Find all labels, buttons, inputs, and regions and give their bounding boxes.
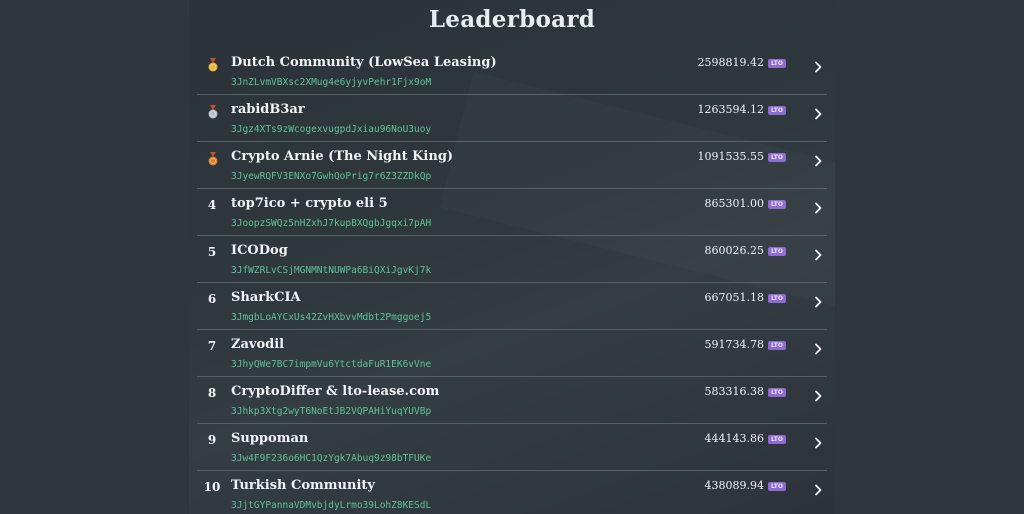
- leaser-name: Turkish Community: [231, 478, 375, 493]
- chevron-right-icon[interactable]: [813, 152, 823, 167]
- chevron-right-icon[interactable]: [813, 340, 823, 355]
- wallet-address: 3Jgz4XTs9zWcogexvugpdJxiau96NoU3uoy: [231, 124, 432, 135]
- lease-amount: 667051.18 LTO: [704, 289, 786, 307]
- leaderboard-row[interactable]: 4 top7ico + crypto eli 5 3JoopzSWQz5nHZxhJ…: [197, 189, 827, 236]
- leaderboard-row[interactable]: 6 SharkCIA 3JmgbLoAYCxUs42ZvHXbvvMdbt2Pmgg…: [197, 283, 827, 330]
- leaderboard-row[interactable]: Crypto Arnie (The Night King) 3JyewRQFV3E…: [197, 142, 827, 189]
- token-badge: LTO: [767, 199, 786, 209]
- token-badge: LTO: [767, 434, 786, 444]
- amount-value: 865301.00: [704, 197, 764, 210]
- leaser-name: SharkCIA: [231, 290, 301, 305]
- amount-value: 2598819.42: [697, 56, 764, 69]
- chevron-right-icon[interactable]: [813, 246, 823, 261]
- token-badge: LTO: [767, 246, 786, 256]
- amount-value: 1091535.55: [697, 150, 764, 163]
- token-badge: LTO: [767, 387, 786, 397]
- lease-amount: 860026.25 LTO: [704, 242, 786, 260]
- leaser-name: Zavodil: [231, 337, 285, 352]
- amount-value: 860026.25: [704, 244, 764, 257]
- lease-amount: 438089.94 LTO: [704, 477, 786, 495]
- token-badge: LTO: [767, 152, 786, 162]
- wallet-address: 3JjtGYPannaVDMvbjdyLrmo39LohZ8KESdL: [231, 500, 432, 511]
- wallet-address: 3JmgbLoAYCxUs42ZvHXbvvMdbt2Pmggoej5: [231, 312, 432, 323]
- amount-value: 591734.78: [704, 338, 764, 351]
- bronze-medal-icon: [207, 151, 219, 166]
- amount-value: 583316.38: [704, 385, 764, 398]
- lease-amount: 583316.38 LTO: [704, 383, 786, 401]
- leaderboard-row[interactable]: 7 Zavodil 3JhyQWe7BC7impmVu6YtctdaFuR1EK6v…: [197, 330, 827, 377]
- chevron-right-icon[interactable]: [813, 105, 823, 120]
- leaderboard-row[interactable]: 9 Suppoman 3Jw4F9F236o6HC1QzYgk7Abuq9z98bT…: [197, 424, 827, 471]
- lease-amount: 1091535.55 LTO: [697, 148, 786, 166]
- wallet-address: 3JfWZRLvCSjMGNMNtNUWPa6BiQXiJgvKj7k: [231, 265, 432, 276]
- silver-medal-icon: [207, 104, 219, 119]
- page-title: Leaderboard: [428, 6, 596, 33]
- wallet-address: 3JyewRQFV3ENXo7GwhQoPrig7r6Z3ZZDkQp: [231, 171, 432, 182]
- rank-number: 6: [207, 292, 217, 306]
- leaser-name: Dutch Community (LowSea Leasing): [231, 55, 497, 70]
- leaser-name: ICODog: [231, 243, 288, 258]
- leaser-name: Suppoman: [231, 431, 309, 446]
- lease-amount: 591734.78 LTO: [704, 336, 786, 354]
- leaderboard-row[interactable]: rabidB3ar 3Jgz4XTs9zWcogexvugpdJxiau96NoU…: [197, 95, 827, 142]
- lease-amount: 2598819.42 LTO: [697, 54, 786, 72]
- amount-value: 1263594.12: [697, 103, 764, 116]
- chevron-right-icon[interactable]: [813, 199, 823, 214]
- wallet-address: 3Jw4F9F236o6HC1QzYgk7Abuq9z98bTFUKe: [231, 453, 432, 464]
- amount-value: 438089.94: [704, 479, 764, 492]
- wallet-address: 3Jhkp3Xtg2wyT6NoEtJB2VQPAHiYuqYUVBp: [231, 406, 432, 417]
- rank-number: 10: [203, 480, 221, 494]
- amount-value: 444143.86: [704, 432, 764, 445]
- rank-number: 8: [207, 386, 217, 400]
- leaser-name: CryptoDiffer & lto-lease.com: [231, 384, 440, 399]
- leaderboard-row[interactable]: 5 ICODog 3JfWZRLvCSjMGNMNtNUWPa6BiQXiJgvKj…: [197, 236, 827, 283]
- chevron-right-icon[interactable]: [813, 481, 823, 496]
- wallet-address: 3JnZLvmVBXsc2XMug4e6yjyvPehr1Fjx9oM: [231, 77, 432, 88]
- token-badge: LTO: [767, 481, 786, 491]
- rank-number: 7: [207, 339, 217, 353]
- leaser-name: rabidB3ar: [231, 102, 305, 117]
- gold-medal-icon: [207, 57, 219, 72]
- leaderboard-panel: Leaderboard Dutch Community (LowSea Leas…: [189, 0, 835, 514]
- page-background: Leaderboard Dutch Community (LowSea Leas…: [0, 0, 1024, 514]
- token-badge: LTO: [767, 58, 786, 68]
- leaderboard-list: Dutch Community (LowSea Leasing) 3JnZLvmV…: [197, 48, 827, 514]
- token-badge: LTO: [767, 105, 786, 115]
- chevron-right-icon[interactable]: [813, 58, 823, 73]
- rank-number: 4: [207, 198, 217, 212]
- wallet-address: 3JhyQWe7BC7impmVu6YtctdaFuR1EK6vVne: [231, 359, 432, 370]
- lease-amount: 444143.86 LTO: [704, 430, 786, 448]
- leaderboard-row[interactable]: 8 CryptoDiffer & lto-lease.com 3Jhkp3Xtg2w…: [197, 377, 827, 424]
- leaser-name: top7ico + crypto eli 5: [231, 196, 388, 211]
- lease-amount: 1263594.12 LTO: [697, 101, 786, 119]
- wallet-address: 3JoopzSWQz5nHZxhJ7kupBXQgbJgqxi7pAH: [231, 218, 432, 229]
- leaderboard-row[interactable]: 10 Turkish Community 3JjtGYPannaVDMvbjdyLr…: [197, 471, 827, 514]
- token-badge: LTO: [767, 340, 786, 350]
- chevron-right-icon[interactable]: [813, 293, 823, 308]
- lease-amount: 865301.00 LTO: [704, 195, 786, 213]
- rank-number: 5: [207, 245, 217, 259]
- chevron-right-icon[interactable]: [813, 387, 823, 402]
- leaderboard-row[interactable]: Dutch Community (LowSea Leasing) 3JnZLvmV…: [197, 48, 827, 95]
- token-badge: LTO: [767, 293, 786, 303]
- amount-value: 667051.18: [704, 291, 764, 304]
- chevron-right-icon[interactable]: [813, 434, 823, 449]
- rank-number: 9: [207, 433, 217, 447]
- leaser-name: Crypto Arnie (The Night King): [231, 149, 454, 164]
